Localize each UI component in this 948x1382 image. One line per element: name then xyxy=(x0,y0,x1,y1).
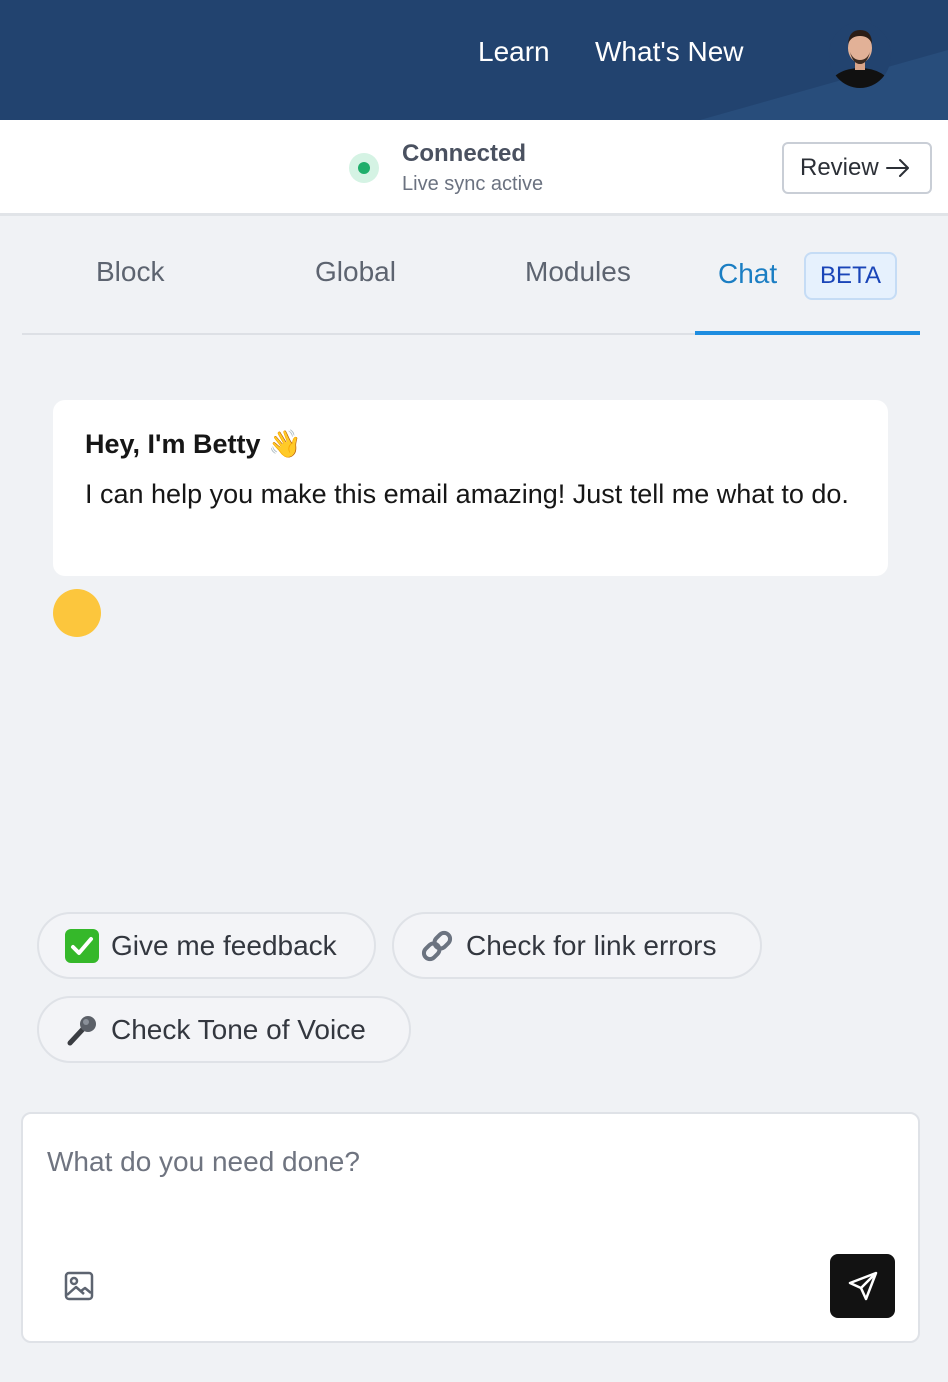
suggestion-check-link-errors[interactable]: Check for link errors xyxy=(392,912,762,979)
assistant-greeting-text: Hey, I'm Betty xyxy=(85,429,261,459)
connected-status-dot xyxy=(358,162,370,174)
send-button[interactable] xyxy=(830,1254,895,1318)
message-input[interactable] xyxy=(47,1142,887,1182)
active-tab-indicator xyxy=(695,331,920,335)
header-background-shape xyxy=(700,50,948,120)
tab-global[interactable]: Global xyxy=(315,256,396,288)
microphone-icon xyxy=(63,1011,101,1049)
image-icon xyxy=(64,1271,94,1301)
assistant-message-text: I can help you make this email amazing! … xyxy=(85,479,849,509)
assistant-greeting: Hey, I'm Betty 👋 xyxy=(85,428,302,460)
suggestion-give-feedback[interactable]: Give me feedback xyxy=(37,912,376,979)
connection-status-subtitle: Live sync active xyxy=(402,173,544,195)
assistant-typing-indicator xyxy=(53,589,101,637)
tab-modules[interactable]: Modules xyxy=(525,256,631,288)
arrow-right-icon xyxy=(885,159,909,177)
link-icon xyxy=(418,927,456,965)
suggestion-check-tone-of-voice-label: Check Tone of Voice xyxy=(111,1013,366,1045)
connection-status-title: Connected xyxy=(402,140,527,167)
review-button-label: Review xyxy=(800,154,879,181)
check-mark-icon xyxy=(63,927,101,965)
nav-whats-new-link[interactable]: What's New xyxy=(595,36,744,68)
suggestion-check-link-errors-label: Check for link errors xyxy=(466,929,717,961)
connected-status-icon xyxy=(349,153,379,183)
attach-image-button[interactable] xyxy=(63,1270,95,1302)
message-composer xyxy=(21,1112,920,1343)
send-icon xyxy=(848,1271,877,1301)
suggestion-give-feedback-label: Give me feedback xyxy=(111,929,337,961)
tab-chat[interactable]: Chat xyxy=(718,258,777,290)
tab-block[interactable]: Block xyxy=(96,256,164,288)
suggestion-check-tone-of-voice[interactable]: Check Tone of Voice xyxy=(37,996,411,1063)
assistant-message-card: Hey, I'm Betty 👋 I can help you make thi… xyxy=(53,400,888,576)
beta-badge: BETA xyxy=(804,252,897,300)
top-nav-bar: Learn What's New xyxy=(0,0,948,120)
nav-learn-link[interactable]: Learn xyxy=(478,36,550,68)
user-avatar[interactable] xyxy=(829,22,891,88)
waving-hand-icon: 👋 xyxy=(268,429,302,460)
user-avatar-icon xyxy=(829,22,891,88)
review-button[interactable]: Review xyxy=(782,142,932,194)
